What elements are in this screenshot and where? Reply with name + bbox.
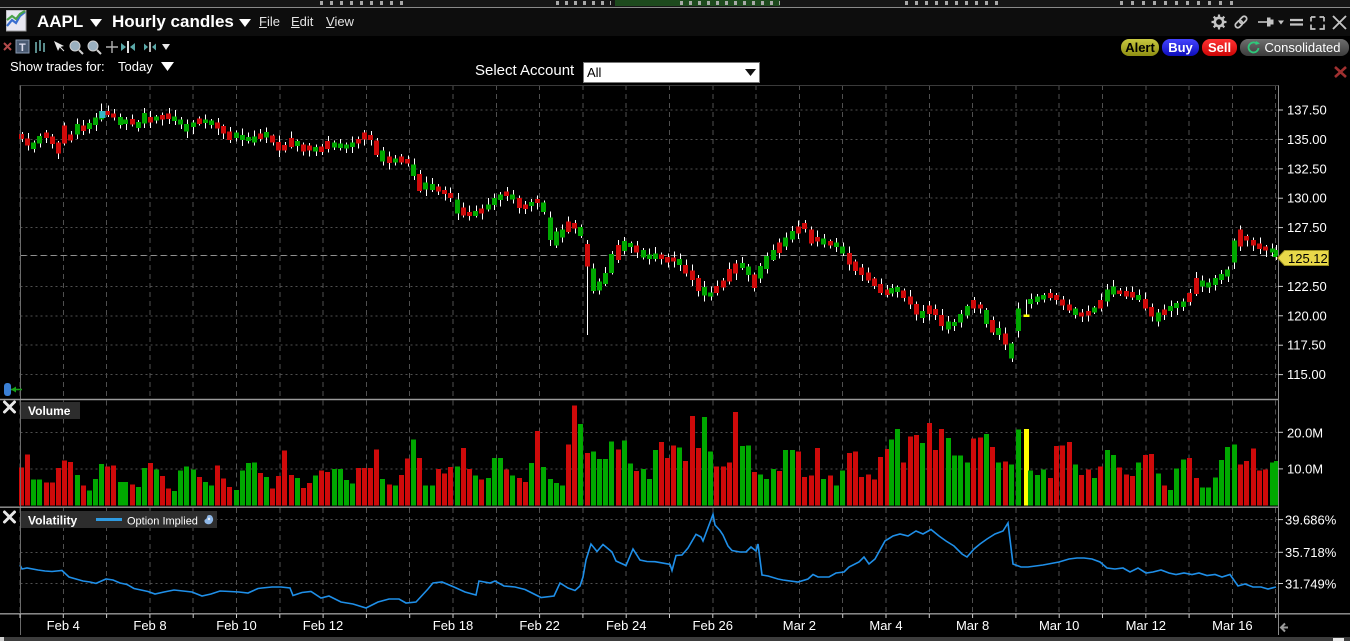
svg-text:Volume: Volume [28, 404, 71, 418]
svg-text:35.718%: 35.718% [1285, 545, 1337, 560]
svg-text:10.0M: 10.0M [1287, 462, 1323, 477]
svg-text:Mar 2: Mar 2 [783, 618, 816, 633]
svg-text:Mar 8: Mar 8 [956, 618, 989, 633]
svg-text:20.0M: 20.0M [1287, 426, 1323, 441]
svg-text:Feb 22: Feb 22 [519, 618, 559, 633]
svg-text:117.50: 117.50 [1287, 338, 1326, 353]
svg-text:125.12: 125.12 [1288, 251, 1328, 266]
svg-text:31.749%: 31.749% [1285, 577, 1337, 592]
svg-text:Mar 12: Mar 12 [1126, 618, 1166, 633]
svg-text:132.50: 132.50 [1287, 161, 1327, 176]
svg-text:127.50: 127.50 [1287, 220, 1327, 235]
svg-text:120.00: 120.00 [1287, 308, 1327, 323]
svg-text:122.50: 122.50 [1287, 279, 1327, 294]
svg-text:Feb 24: Feb 24 [606, 618, 646, 633]
svg-text:39.686%: 39.686% [1285, 513, 1337, 528]
svg-text:Mar 10: Mar 10 [1039, 618, 1079, 633]
svg-text:Feb 8: Feb 8 [133, 618, 166, 633]
svg-text:Feb 12: Feb 12 [303, 618, 343, 633]
svg-text:Feb 18: Feb 18 [433, 618, 473, 633]
svg-text:T: T [19, 42, 26, 54]
svg-text:Feb 4: Feb 4 [47, 618, 80, 633]
svg-text:135.00: 135.00 [1287, 132, 1327, 147]
svg-text:115.00: 115.00 [1287, 367, 1326, 382]
svg-text:Mar 16: Mar 16 [1212, 618, 1252, 633]
svg-text:130.00: 130.00 [1287, 191, 1327, 206]
svg-text:Mar 4: Mar 4 [869, 618, 902, 633]
svg-text:137.50: 137.50 [1287, 103, 1327, 118]
svg-text:Volatility: Volatility [28, 514, 77, 528]
svg-text:Feb 26: Feb 26 [693, 618, 733, 633]
svg-text:Option Implied: Option Implied [127, 516, 198, 528]
svg-text:Feb 10: Feb 10 [216, 618, 256, 633]
